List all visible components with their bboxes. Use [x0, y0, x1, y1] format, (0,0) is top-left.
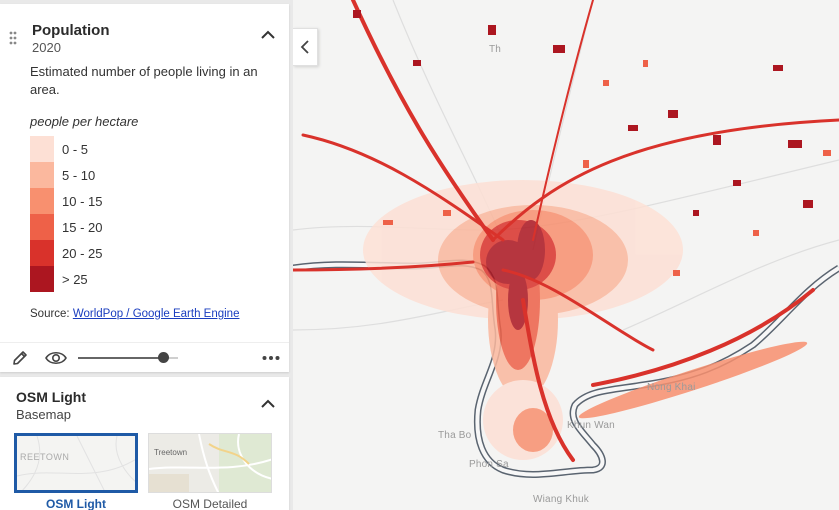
panel-toggle-button[interactable]: [293, 28, 318, 66]
source-link[interactable]: WorldPop / Google Earth Engine: [73, 308, 240, 320]
legend-item: 10 - 15: [30, 188, 102, 214]
app-root: Nong Khai Khun Wan Tha Bo Phon Sa Wiang …: [0, 0, 839, 510]
source-attribution: Source: WorldPop / Google Earth Engine: [30, 308, 239, 320]
legend-item: 0 - 5: [30, 136, 102, 162]
map-svg: [293, 0, 839, 478]
map-label-phon-sa: Phon Sa: [469, 459, 509, 470]
legend-swatch: [30, 162, 54, 188]
legend-label: 0 - 5: [62, 141, 89, 157]
legend-swatch: [30, 214, 54, 240]
layers-panel: Population 2020 Estimated number of peop…: [0, 0, 293, 510]
legend-swatch: [30, 136, 54, 162]
basemap-option-osm-light[interactable]: REETOWN: [14, 433, 138, 493]
opacity-slider-knob[interactable]: [158, 352, 169, 363]
basemap-thumbnail: [17, 436, 135, 490]
legend-item: 5 - 10: [30, 162, 102, 188]
map-label-wiang-khuk: Wiang Khuk: [533, 494, 589, 505]
eye-icon[interactable]: [45, 349, 67, 367]
map-label-tha-bo: Tha Bo: [438, 430, 472, 441]
basemap-option-label[interactable]: OSM Detailed: [148, 497, 272, 510]
legend-swatch: [30, 240, 54, 266]
opacity-slider[interactable]: [78, 352, 178, 363]
layer-title: Population: [32, 22, 110, 39]
map-label-khun-wan: Khun Wan: [567, 420, 615, 431]
chevron-left-icon: [300, 40, 309, 54]
legend-label: 15 - 20: [62, 219, 103, 235]
more-horizontal-icon[interactable]: [262, 355, 280, 361]
population-layer-card: Population 2020 Estimated number of peop…: [0, 4, 289, 372]
basemap-subtitle: Basemap: [16, 407, 71, 422]
basemap-card: OSM Light Basemap REETOWN OSM Light Tree…: [0, 377, 289, 510]
thumb-label: Treetown: [154, 448, 188, 457]
map-label-th: Th: [489, 44, 502, 55]
layer-description: Estimated number of people living in an …: [30, 64, 258, 97]
legend: 0 - 5 5 - 10 10 - 15 15 - 20 20 - 25 > 2…: [30, 136, 102, 292]
layer-toolbar: [0, 342, 289, 372]
basemap-title: OSM Light: [16, 389, 86, 405]
opacity-slider-fill: [78, 357, 163, 359]
chevron-up-icon[interactable]: [261, 399, 275, 409]
legend-label: 20 - 25: [62, 245, 103, 261]
legend-title: people per hectare: [30, 114, 139, 129]
legend-item: > 25: [30, 266, 102, 292]
layer-year: 2020: [32, 40, 61, 55]
legend-item: 20 - 25: [30, 240, 102, 266]
legend-item: 15 - 20: [30, 214, 102, 240]
basemap-thumbnail: [149, 434, 271, 492]
thumb-label: REETOWN: [20, 452, 70, 462]
legend-swatch: [30, 266, 54, 292]
source-prefix: Source:: [30, 308, 73, 320]
chevron-up-icon[interactable]: [261, 30, 275, 40]
basemap-option-osm-detailed[interactable]: Treetown: [148, 433, 272, 493]
map-label-nong-khai: Nong Khai: [647, 382, 696, 393]
legend-swatch: [30, 188, 54, 214]
legend-label: 10 - 15: [62, 193, 103, 209]
drag-handle-icon[interactable]: [9, 31, 17, 45]
legend-label: > 25: [62, 271, 88, 287]
basemap-option-label[interactable]: OSM Light: [14, 497, 138, 510]
legend-label: 5 - 10: [62, 167, 96, 183]
map-canvas[interactable]: Nong Khai Khun Wan Tha Bo Phon Sa Wiang …: [293, 0, 839, 510]
pencil-icon[interactable]: [11, 349, 29, 367]
